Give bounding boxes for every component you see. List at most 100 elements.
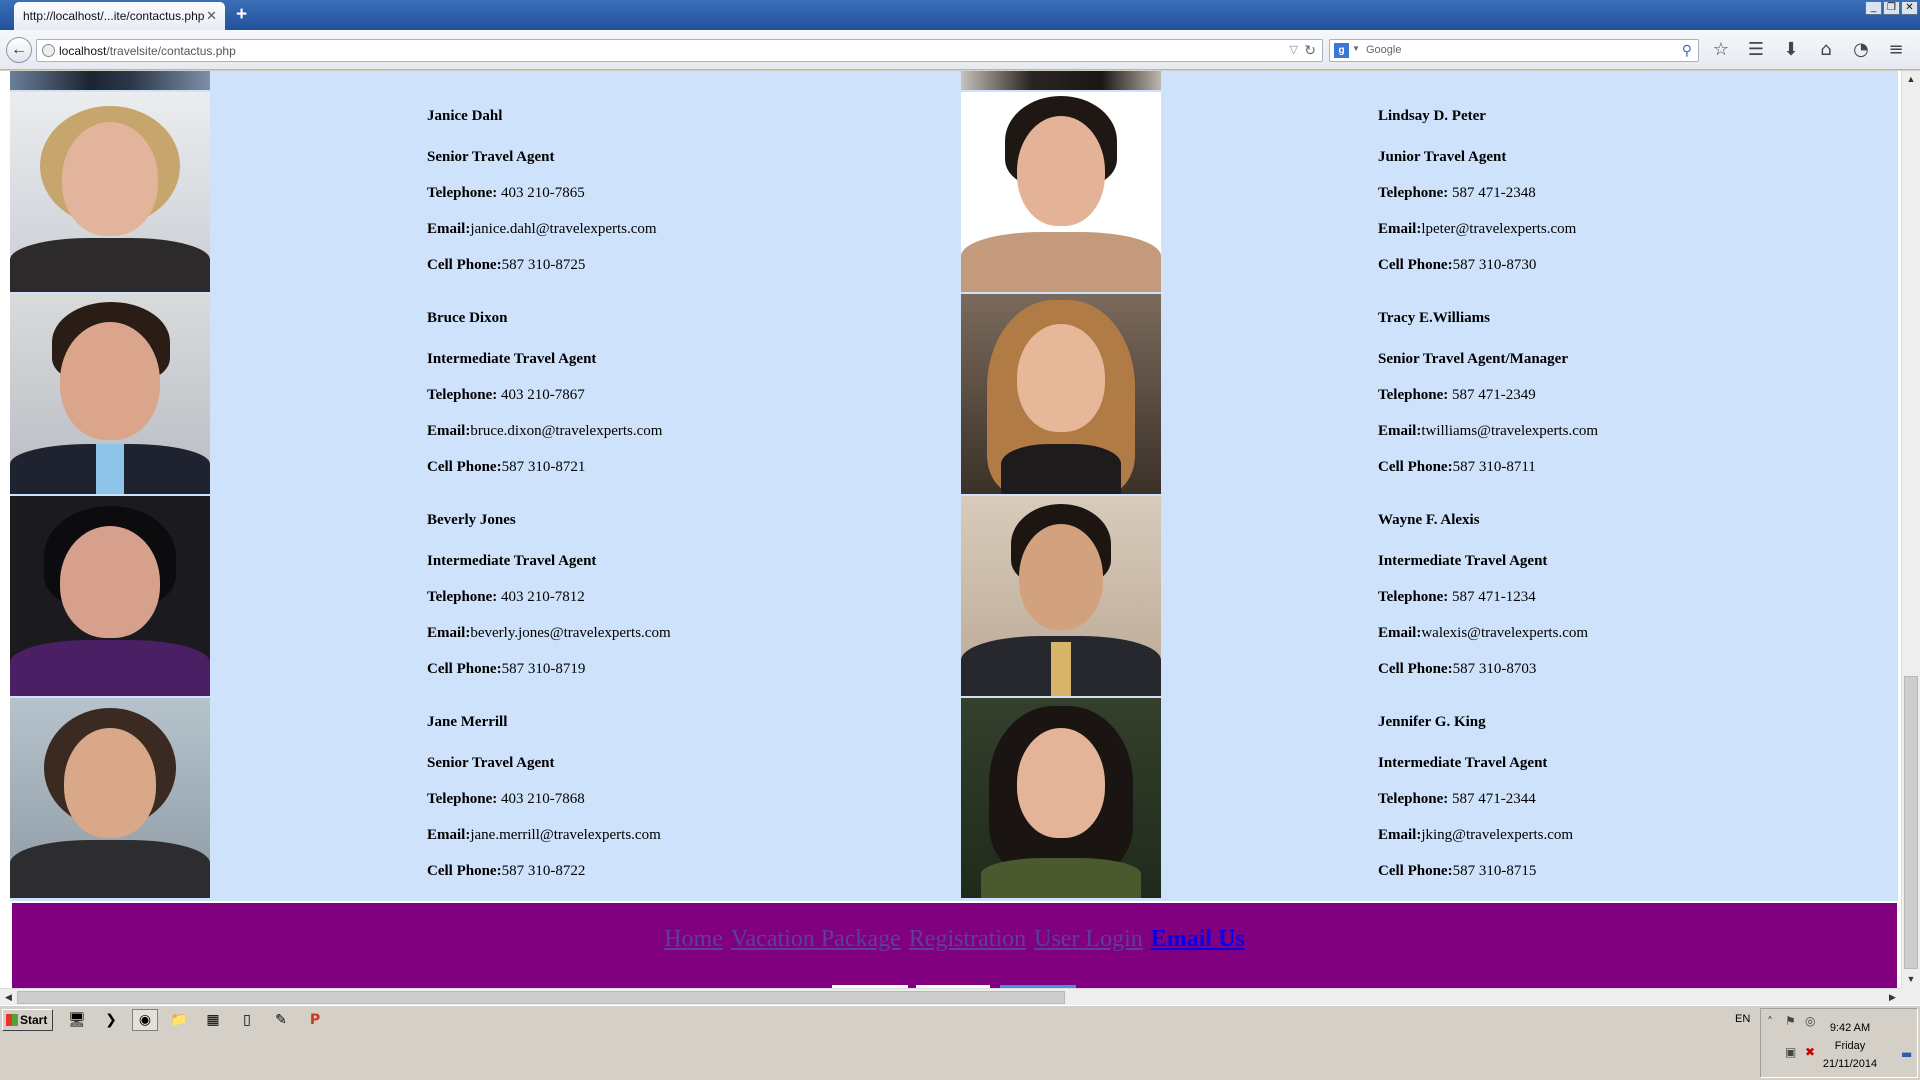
agent-telephone: 403 210-7865 (497, 185, 585, 201)
agent-telephone: 403 210-7867 (497, 387, 585, 403)
agent-cell: 587 310-8730 (1452, 257, 1537, 273)
cell-label: Cell Phone: (1378, 257, 1453, 273)
agent-cell: 587 310-8725 (501, 257, 586, 273)
scroll-up-icon[interactable]: ▲ (1902, 71, 1920, 88)
powershell-icon[interactable]: ❯ (98, 1009, 124, 1031)
close-window-button[interactable]: ✕ (1901, 1, 1918, 15)
new-tab-button[interactable]: + (236, 4, 247, 26)
bookmark-star-icon[interactable]: ☆ (1708, 36, 1734, 64)
agent-photo (961, 294, 1161, 494)
vertical-scrollbar[interactable]: ▲ ▼ (1901, 71, 1920, 988)
agent-name: Janice Dahl (427, 108, 503, 124)
show-desktop-icon[interactable]: ▬ (1901, 1047, 1912, 1061)
agent-cell: 587 310-8711 (1452, 459, 1536, 475)
agent-card: Lindsay D. Peter Junior Travel Agent Tel… (961, 90, 1901, 292)
agent-card: Jennifer G. King Intermediate Travel Age… (961, 696, 1901, 898)
notepad-icon[interactable]: ▯ (234, 1009, 260, 1031)
telephone-label: Telephone: (427, 185, 498, 201)
browser-tab[interactable]: http://localhost/...ite/contactus.php ✕ (14, 2, 225, 30)
history-dropdown-icon[interactable]: ▽ (1290, 43, 1298, 56)
agent-card: Beverly Jones Intermediate Travel Agent … (10, 494, 960, 696)
scroll-right-icon[interactable]: ▶ (1884, 989, 1901, 1006)
agent-card: Bruce Dixon Intermediate Travel Agent Te… (10, 292, 960, 494)
cell-label: Cell Phone: (427, 661, 502, 677)
agent-photo (10, 92, 210, 292)
email-label: Email: (427, 423, 471, 439)
agent-name: Jennifer G. King (1378, 714, 1486, 730)
tab-title: http://localhost/...ite/contactus.php (23, 9, 205, 23)
powerpoint-icon[interactable]: P (302, 1009, 328, 1031)
quick-launch: 🖥 ❯ ◉ 📁 ▦ ▯ ✎ P (64, 1009, 328, 1031)
agent-name: Jane Merrill (427, 714, 508, 730)
display-icon[interactable]: ▣ (1785, 1045, 1796, 1059)
show-hidden-icons-icon[interactable]: ˄ (1767, 1015, 1773, 1029)
agent-position: Intermediate Travel Agent (427, 351, 597, 367)
telephone-label: Telephone: (427, 589, 498, 605)
close-tab-icon[interactable]: ✕ (206, 8, 217, 24)
site-identity-icon[interactable] (42, 44, 55, 57)
address-bar[interactable]: localhost/travelsite/contactus.php ▽ ↻ (36, 39, 1323, 62)
telephone-label: Telephone: (1378, 589, 1449, 605)
menu-icon[interactable]: ≡ (1883, 36, 1909, 64)
back-button[interactable]: ← (6, 37, 32, 63)
email-label: Email: (427, 625, 471, 641)
minimize-button[interactable]: _ (1865, 1, 1882, 15)
engine-dropdown-icon[interactable]: ▼ (1352, 44, 1360, 53)
start-label: Start (20, 1013, 48, 1027)
bookmarks-list-icon[interactable]: ☰ (1743, 36, 1769, 64)
action-center-flag-icon[interactable]: ⚑ (1785, 1014, 1796, 1028)
agent-email: jane.merrill@travelexperts.com (470, 827, 661, 843)
start-button[interactable]: Start (2, 1009, 53, 1031)
language-indicator[interactable]: EN (1735, 1013, 1750, 1025)
footer-link-registration[interactable]: Registration (909, 926, 1026, 952)
restore-button[interactable]: ❐ (1883, 1, 1900, 15)
footer-link-email-us[interactable]: Email Us (1151, 926, 1245, 952)
paint-icon[interactable]: ✎ (268, 1009, 294, 1031)
search-bar[interactable]: g ▼ Google ⚲ (1329, 39, 1699, 62)
scrollbar-corner (1901, 988, 1920, 1005)
clock-time: 9:42 AM (1829, 1022, 1871, 1034)
cell-label: Cell Phone: (1378, 863, 1453, 879)
scroll-down-icon[interactable]: ▼ (1902, 971, 1920, 988)
agent-position: Senior Travel Agent (427, 149, 555, 165)
agent-card: Jane Merrill Senior Travel Agent Telepho… (10, 696, 960, 898)
navigation-toolbar: ← localhost/travelsite/contactus.php ▽ ↻… (0, 30, 1920, 70)
browser-titlebar: http://localhost/...ite/contactus.php ✕ … (0, 0, 1920, 30)
agent-name: Beverly Jones (427, 512, 516, 528)
history-icon[interactable]: ◔ (1848, 36, 1874, 64)
google-engine-icon[interactable]: g (1334, 43, 1349, 58)
email-label: Email: (427, 221, 471, 237)
windows-taskbar: Start 🖥 ❯ ◉ 📁 ▦ ▯ ✎ P EN ˄ ⚑ ◎ ▣ ✖ ▬ 9:4… (0, 1005, 1920, 1080)
scroll-left-icon[interactable]: ◀ (0, 989, 17, 1006)
agent-position: Senior Travel Agent (427, 755, 555, 771)
calculator-icon[interactable]: ▦ (200, 1009, 226, 1031)
server-manager-icon[interactable]: 🖥 (64, 1009, 90, 1031)
agent-telephone: 587 471-2348 (1448, 185, 1536, 201)
firefox-icon[interactable]: ◉ (132, 1009, 158, 1031)
clock-date: 21/11/2014 (1822, 1058, 1878, 1070)
telephone-label: Telephone: (1378, 185, 1449, 201)
search-icon[interactable]: ⚲ (1682, 42, 1692, 59)
window-controls: _ ❐ ✕ (1865, 1, 1918, 15)
reload-icon[interactable]: ↻ (1304, 42, 1316, 59)
system-clock[interactable]: 9:42 AM Friday 21/11/2014 (1810, 1019, 1890, 1073)
agent-card: Tracy E.Williams Senior Travel Agent/Man… (961, 292, 1901, 494)
downloads-icon[interactable]: ⬇ (1778, 36, 1804, 64)
home-icon[interactable]: ⌂ (1813, 36, 1839, 64)
url-path: /travelsite/contactus.php (106, 44, 236, 58)
footer-link-vacation-package[interactable]: Vacation Package (731, 926, 901, 952)
footer-link-user-login[interactable]: User Login (1034, 926, 1143, 952)
agent-photo (10, 294, 210, 494)
site-footer: Home Vacation Package Registration User … (12, 903, 1897, 988)
agent-cell: 587 310-8721 (501, 459, 586, 475)
file-explorer-icon[interactable]: 📁 (166, 1009, 192, 1031)
clock-day: Friday (1834, 1040, 1866, 1052)
agent-telephone: 403 210-7812 (497, 589, 585, 605)
agent-name: Lindsay D. Peter (1378, 108, 1486, 124)
agent-position: Intermediate Travel Agent (1378, 755, 1548, 771)
vertical-scroll-thumb[interactable] (1904, 676, 1918, 969)
footer-link-home[interactable]: Home (664, 926, 723, 952)
horizontal-scrollbar[interactable]: ◀ ▶ (0, 988, 1901, 1005)
horizontal-scroll-thumb[interactable] (17, 991, 1065, 1004)
cell-label: Cell Phone: (427, 459, 502, 475)
